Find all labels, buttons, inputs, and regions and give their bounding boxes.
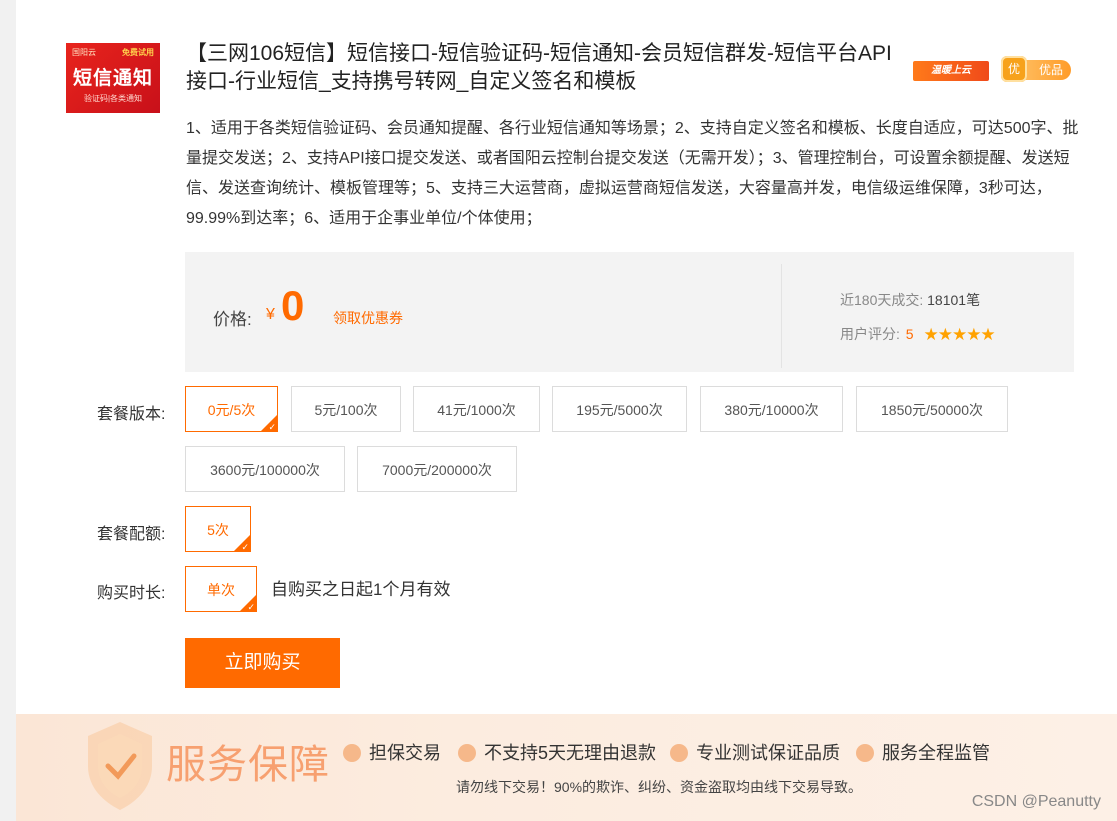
duration-option[interactable]: 单次 ✓ [185,566,257,612]
version-option-label: 3600元/100000次 [210,462,320,478]
validity-text: 自购买之日起1个月有效 [271,580,451,599]
quality-badge: 优品 优 [1001,56,1073,82]
service-item-label: 不支持5天无理由退款 [484,743,657,763]
service-guarantee-banner: 服务保障 担保交易 不支持5天无理由退款 专业测试保证品质 服务全程监管 请勿线… [16,714,1117,821]
price-label: 价格: [213,310,252,329]
version-option-label: 380元/10000次 [724,402,819,418]
version-option[interactable]: 195元/5000次 [552,386,687,432]
thumb-trial: 免费试用 [122,48,154,57]
rating-value: 5 [905,326,914,342]
version-option-label: 195元/5000次 [576,402,663,418]
duration-option-label: 单次 [207,582,235,598]
watermark: CSDN @Peanutty [971,793,1101,810]
version-option[interactable]: 41元/1000次 [413,386,540,432]
bullet-dot-icon [670,744,688,762]
check-icon: ✓ [268,422,276,432]
version-option-label: 7000元/200000次 [382,462,492,478]
product-thumbnail[interactable]: 国阳云 免费试用 短信通知 验证码|各类通知 [66,43,160,113]
bullet-dot-icon [458,744,476,762]
version-label: 套餐版本: [97,406,166,423]
service-title: 服务保障 [166,742,330,788]
version-option[interactable]: 380元/10000次 [700,386,843,432]
check-icon: ✓ [247,602,255,612]
service-item: 担保交易 [343,739,441,765]
version-option-label: 41元/1000次 [437,402,516,418]
version-option[interactable]: 3600元/100000次 [185,446,345,492]
service-note: 请勿线下交易！90%的欺诈、纠纷、资金盗取均由线下交易导致。 [456,779,863,795]
quota-label: 套餐配额: [97,526,166,543]
product-description: 1、适用于各类短信验证码、会员通知提醒、各行业短信通知等场景；2、支持自定义签名… [186,120,1079,227]
rating-label: 用户评分: [840,326,900,342]
thumb-headline: 短信通知 [72,67,153,89]
user-rating: 用户评分: 5 ★★★★★ [840,324,996,345]
buy-now-button[interactable]: 立即购买 [185,638,340,688]
version-option-label: 5元/100次 [314,402,378,418]
bullet-dot-icon [856,744,874,762]
star-icon: ★★★★★ [923,325,995,344]
product-title: 【三网106短信】短信接口-短信验证码-短信通知-会员短信群发-短信平台API接… [186,42,892,93]
sales-value: 18101笔 [927,292,981,308]
service-item: 专业测试保证品质 [670,739,840,765]
sales-stat: 近180天成交: 18101笔 [840,290,980,310]
version-option[interactable]: 1850元/50000次 [856,386,1008,432]
bullet-dot-icon [343,744,361,762]
price-panel: 价格: ¥ 0 领取优惠券 近180天成交: 18101笔 用户评分: 5 ★★… [185,252,1074,372]
quota-option-label: 5次 [207,522,229,538]
thumb-subline: 验证码|各类通知 [83,94,143,103]
product-page: 国阳云 免费试用 短信通知 验证码|各类通知 【三网106短信】短信接口-短信验… [16,0,1117,821]
price-value: 0 [281,282,305,329]
service-item: 不支持5天无理由退款 [458,739,656,765]
version-option[interactable]: 7000元/200000次 [357,446,517,492]
sales-label: 近180天成交: [840,292,924,308]
version-option-label: 0元/5次 [207,402,256,418]
service-item-label: 服务全程监管 [882,743,990,763]
quality-badge-icon: 优 [1001,56,1027,82]
shield-icon [88,722,152,810]
service-item: 服务全程监管 [856,739,990,765]
service-item-label: 担保交易 [369,743,441,763]
version-option-label: 1850元/50000次 [881,402,983,418]
version-option[interactable]: 5元/100次 [291,386,401,432]
service-item-label: 专业测试保证品质 [696,743,840,763]
cloud-badge: 温暖上云 [913,61,989,81]
check-icon: ✓ [241,542,249,552]
quota-option[interactable]: 5次 ✓ [185,506,251,552]
price-currency: ¥ [266,306,275,323]
version-option[interactable]: 0元/5次 ✓ [185,386,278,432]
thumb-brand: 国阳云 [72,48,96,57]
price-divider [781,264,782,368]
coupon-link[interactable]: 领取优惠券 [333,308,403,328]
duration-label: 购买时长: [97,585,166,602]
